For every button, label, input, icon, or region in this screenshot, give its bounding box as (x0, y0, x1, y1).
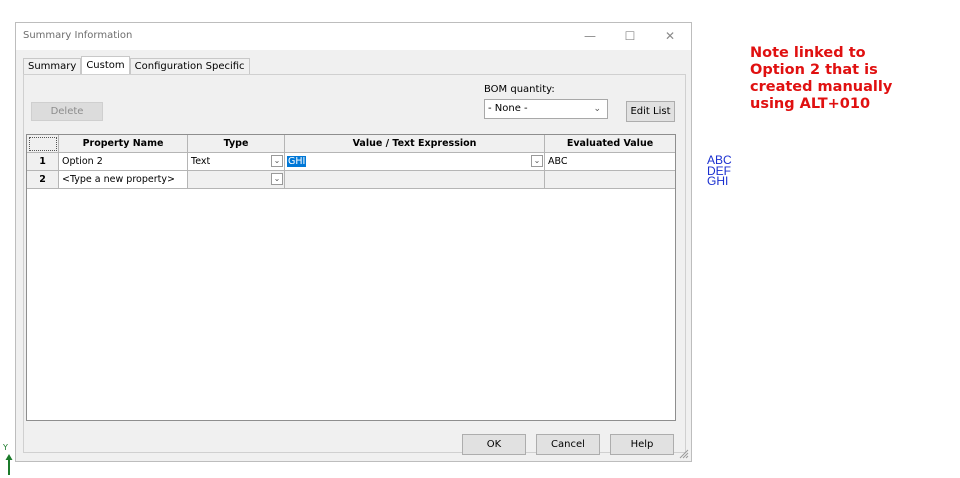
chevron-down-icon[interactable]: ⌄ (271, 155, 283, 167)
header-value-expression: Value / Text Expression (285, 135, 545, 153)
chevron-down-icon[interactable]: ⌄ (271, 173, 283, 185)
chevron-down-icon: ⌄ (593, 104, 601, 114)
evaluated-value-cell: ABC (545, 153, 675, 171)
help-button[interactable]: Help (610, 434, 674, 455)
property-name-cell[interactable]: Option 2 (59, 153, 188, 171)
evaluated-value-cell (545, 171, 675, 189)
header-property-name: Property Name (59, 135, 188, 153)
row-number[interactable]: 2 (27, 171, 59, 189)
cancel-button[interactable]: Cancel (536, 434, 600, 455)
note-line: using ALT+010 (750, 96, 871, 112)
bom-quantity-label: BOM quantity: (484, 84, 555, 95)
row-number[interactable]: 1 (27, 153, 59, 171)
y-axis-triad: Y (3, 443, 15, 475)
table-row: 2 <Type a new property> ⌄ (27, 171, 675, 189)
property-name-cell[interactable]: <Type a new property> (59, 171, 188, 189)
value-expression-cell[interactable] (285, 171, 545, 189)
type-cell[interactable]: Text ⌄ (188, 153, 285, 171)
header-evaluated-value: Evaluated Value (545, 135, 675, 153)
edit-list-button[interactable]: Edit List (626, 101, 675, 122)
delete-button[interactable]: Delete (31, 102, 103, 121)
header-type: Type (188, 135, 285, 153)
annotation-note: Note linked to Option 2 that is created … (750, 45, 892, 113)
summary-information-dialog: Summary Information — ☐ ✕ Summary Custom… (15, 22, 692, 462)
resize-grip-icon[interactable] (679, 449, 689, 459)
close-button[interactable]: ✕ (658, 26, 682, 46)
dialog-title: Summary Information (23, 30, 133, 41)
value-expression-cell[interactable]: GHI ⌄ (285, 153, 545, 171)
tab-bar: Summary Custom Configuration Specific (23, 56, 250, 75)
tab-summary[interactable]: Summary (23, 58, 82, 75)
y-axis-label: Y (3, 443, 8, 452)
type-cell[interactable]: ⌄ (188, 171, 285, 189)
ok-button[interactable]: OK (462, 434, 526, 455)
tab-configuration-specific[interactable]: Configuration Specific (129, 58, 250, 75)
chevron-down-icon[interactable]: ⌄ (531, 155, 543, 167)
minimize-button[interactable]: — (578, 26, 602, 46)
drawing-text-line: GHI (707, 174, 729, 188)
maximize-button[interactable]: ☐ (618, 26, 642, 46)
title-bar: Summary Information — ☐ ✕ (16, 23, 691, 50)
custom-properties-table: Property Name Type Value / Text Expressi… (26, 134, 676, 421)
drawing-note-text[interactable]: ABC DEF GHI (707, 154, 732, 188)
tab-custom[interactable]: Custom (81, 56, 130, 75)
table-row: 1 Option 2 Text ⌄ GHI ⌄ ABC (27, 153, 675, 171)
value-expression-text: GHI (287, 156, 307, 167)
note-line: Note linked to (750, 45, 866, 61)
note-line: created manually (750, 79, 893, 95)
note-line: Option 2 that is (750, 62, 878, 78)
type-value: Text (191, 156, 211, 167)
bom-quantity-select[interactable]: - None - ⌄ (484, 99, 608, 119)
bom-quantity-value: - None - (488, 103, 528, 114)
select-all-corner[interactable] (27, 135, 59, 153)
table-header: Property Name Type Value / Text Expressi… (27, 135, 675, 153)
custom-tab-panel: Delete BOM quantity: - None - ⌄ Edit Lis… (23, 74, 686, 453)
